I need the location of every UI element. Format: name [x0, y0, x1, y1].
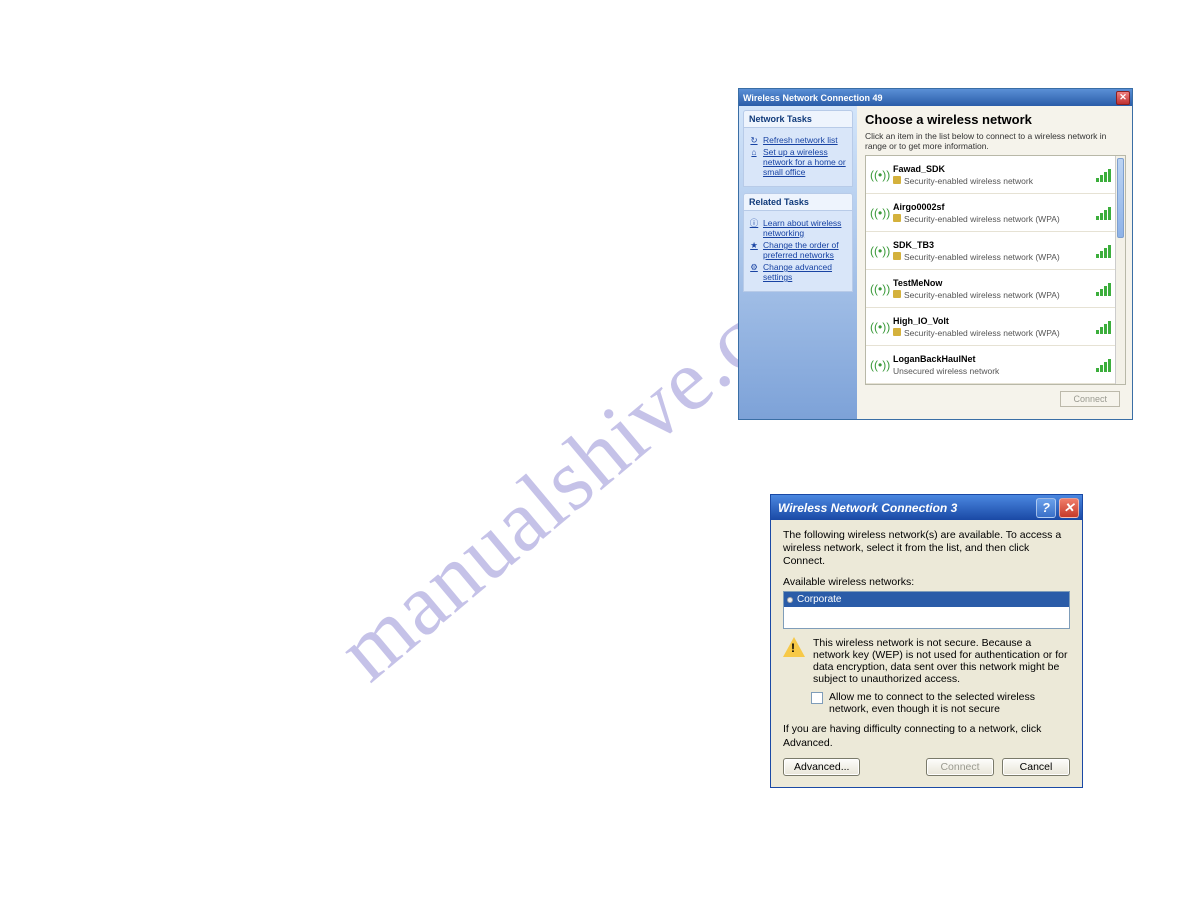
close-icon: ✕: [1064, 500, 1075, 516]
insecure-allow-checkbox[interactable]: [811, 692, 823, 704]
help-icon: ?: [1042, 500, 1050, 515]
network-row[interactable]: ((•)) SDK_TB3 Security-enabled wireless …: [866, 232, 1115, 270]
lock-icon: [893, 214, 901, 222]
network-name: TestMeNow: [893, 278, 1091, 288]
sidebar-link-label: Change the order of preferred networks: [763, 240, 847, 260]
info-icon: ⓘ: [749, 218, 759, 228]
network-security: Unsecured wireless network: [893, 366, 999, 376]
home-icon: ⌂: [749, 147, 759, 157]
signal-bars-icon: [1096, 168, 1111, 182]
antenna-icon: ((•)): [870, 244, 888, 258]
list-item-label: Corporate: [797, 594, 841, 605]
sidebar-link-label: Learn about wireless networking: [763, 218, 847, 238]
network-name: Fawad_SDK: [893, 164, 1091, 174]
network-security: Security-enabled wireless network: [904, 176, 1033, 186]
signal-bars-icon: [1096, 206, 1111, 220]
sidebar-link-setup[interactable]: ⌂ Set up a wireless network for a home o…: [749, 147, 847, 177]
win1-titlebar[interactable]: Wireless Network Connection 49 ✕: [739, 89, 1132, 106]
signal-bars-icon: [1096, 320, 1111, 334]
win2-titlebar[interactable]: Wireless Network Connection 3 ? ✕: [771, 495, 1082, 520]
advanced-button[interactable]: Advanced...: [783, 758, 860, 776]
antenna-icon: ((•)): [870, 206, 888, 220]
antenna-icon: ((•)): [870, 320, 888, 334]
checkbox-label: Allow me to connect to the selected wire…: [829, 691, 1070, 715]
network-security: Security-enabled wireless network (WPA): [904, 252, 1060, 262]
warning-text: This wireless network is not secure. Bec…: [813, 637, 1070, 685]
scrollbar-thumb[interactable]: [1117, 158, 1124, 238]
sidebar-group-network-tasks: Network Tasks: [743, 110, 853, 127]
available-networks-label: Available wireless networks:: [783, 576, 1070, 588]
signal-bars-icon: [1096, 358, 1111, 372]
sidebar-link-label: Refresh network list: [763, 135, 838, 145]
gear-icon: ⚙: [749, 262, 759, 272]
network-name: LoganBackHaulNet: [893, 354, 1091, 364]
antenna-icon: ((•)): [870, 358, 888, 372]
win1-close-button[interactable]: ✕: [1116, 91, 1130, 105]
cancel-button[interactable]: Cancel: [1002, 758, 1070, 776]
sidebar-link-advanced-settings[interactable]: ⚙ Change advanced settings: [749, 262, 847, 282]
sidebar-link-learn[interactable]: ⓘ Learn about wireless networking: [749, 218, 847, 238]
network-row[interactable]: ((•)) TestMeNow Security-enabled wireles…: [866, 270, 1115, 308]
win2-title: Wireless Network Connection 3: [778, 501, 957, 515]
close-icon: ✕: [1119, 93, 1127, 102]
antenna-icon: ((•)): [870, 282, 888, 296]
lock-icon: [893, 328, 901, 336]
sidebar-link-refresh[interactable]: ↻ Refresh network list: [749, 135, 847, 145]
sidebar-link-order[interactable]: ★ Change the order of preferred networks: [749, 240, 847, 260]
help-button[interactable]: ?: [1036, 498, 1056, 518]
refresh-icon: ↻: [749, 135, 759, 145]
difficulty-note: If you are having difficulty connecting …: [783, 723, 1070, 749]
warning-icon: [783, 637, 805, 657]
lock-icon: [893, 252, 901, 260]
win1-heading: Choose a wireless network: [865, 112, 1126, 127]
list-item[interactable]: Corporate: [784, 592, 1069, 607]
network-name: SDK_TB3: [893, 240, 1091, 250]
network-row[interactable]: ((•)) Airgo0002sf Security-enabled wirel…: [866, 194, 1115, 232]
close-button[interactable]: ✕: [1059, 498, 1079, 518]
network-security: Security-enabled wireless network (WPA): [904, 328, 1060, 338]
connect-button[interactable]: Connect: [1060, 391, 1120, 407]
antenna-icon: ((•)): [870, 168, 888, 182]
network-row[interactable]: ((•)) High_IO_Volt Security-enabled wire…: [866, 308, 1115, 346]
scrollbar[interactable]: [1115, 156, 1125, 384]
lock-icon: [893, 176, 901, 184]
signal-bars-icon: [1096, 282, 1111, 296]
network-name: Airgo0002sf: [893, 202, 1091, 212]
signal-bars-icon: [1096, 244, 1111, 258]
star-icon: ★: [749, 240, 759, 250]
sidebar-link-label: Set up a wireless network for a home or …: [763, 147, 847, 177]
wireless-connect-dialog: Wireless Network Connection 3 ? ✕ The fo…: [770, 494, 1083, 788]
sidebar-group-related-tasks: Related Tasks: [743, 193, 853, 210]
network-security: Security-enabled wireless network (WPA): [904, 214, 1060, 224]
win1-intro: Click an item in the list below to conne…: [865, 131, 1126, 151]
win1-title: Wireless Network Connection 49: [743, 93, 882, 103]
connect-button[interactable]: Connect: [926, 758, 994, 776]
available-networks-listbox[interactable]: Corporate: [783, 591, 1070, 629]
win1-sidebar: Network Tasks ↻ Refresh network list ⌂ S…: [739, 106, 857, 419]
network-row[interactable]: ((•)) Fawad_SDK Security-enabled wireles…: [866, 156, 1115, 194]
wireless-list-window: Wireless Network Connection 49 ✕ Network…: [738, 88, 1133, 420]
lock-icon: [893, 290, 901, 298]
network-icon: [787, 597, 793, 603]
network-security: Security-enabled wireless network (WPA): [904, 290, 1060, 300]
win2-intro: The following wireless network(s) are av…: [783, 529, 1070, 568]
network-list[interactable]: ((•)) Fawad_SDK Security-enabled wireles…: [865, 155, 1126, 385]
sidebar-link-label: Change advanced settings: [763, 262, 847, 282]
network-name: High_IO_Volt: [893, 316, 1091, 326]
network-row[interactable]: ((•)) LoganBackHaulNet Unsecured wireles…: [866, 346, 1115, 384]
